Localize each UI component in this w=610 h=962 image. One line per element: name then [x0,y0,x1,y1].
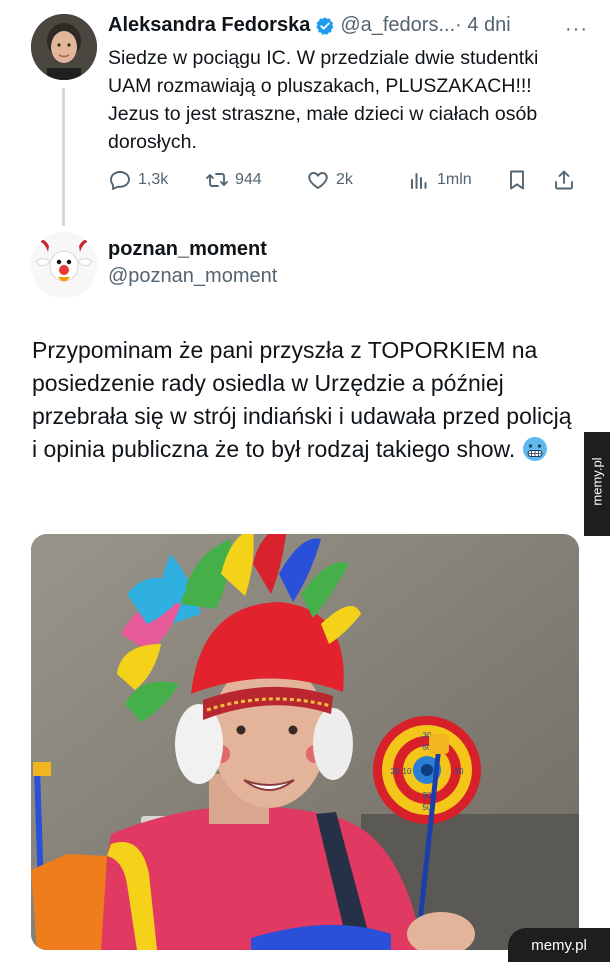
views-button[interactable]: 1mln [407,168,472,192]
tweet1-header: Aleksandra Fedorska @a_fedors...· 4 dni [108,14,511,37]
author-handle-and-time[interactable]: @a_fedors...· 4 dni [340,14,510,37]
target-number: 20 [455,767,464,776]
dart-target-board: 30 50 20 10 20 30 50 [373,716,481,824]
reply-count: 1,3k [138,171,169,188]
side-watermark: memy.pl [584,432,610,536]
bookmark-button[interactable] [505,168,529,192]
side-watermark-text: memy.pl [589,457,605,506]
like-button[interactable]: 2k [306,168,353,192]
author-name[interactable]: Aleksandra Fedorska [108,14,310,37]
tweet1-action-bar: 1,3k 944 2k 1mln [108,168,588,196]
reply-icon [110,171,130,190]
author-avatar[interactable] [31,14,97,80]
tweet2-text: Przypominam że pani przyszła z TOPORKIEM… [32,334,572,466]
views-chart-icon [411,173,427,189]
repost-icon [206,173,228,187]
share-icon [555,170,573,190]
cold-face-emoji-icon [522,437,547,461]
goat-mascot-avatar-image [31,232,97,298]
corner-watermark: memy.pl [508,928,610,962]
heart-icon [308,172,328,189]
bookmark-icon [510,170,524,190]
poznan-moment-handle[interactable]: @poznan_moment [108,265,277,288]
views-count: 1mln [437,171,472,188]
tweet-photo[interactable]: 30 50 20 10 20 30 50 [31,534,579,950]
target-number: 10 [403,767,412,776]
repost-count: 944 [235,171,262,188]
share-button[interactable] [552,168,576,192]
reply-button[interactable]: 1,3k [108,168,168,192]
tweet1-text: Siedze w pociągu IC. W przedziale dwie s… [108,47,539,153]
thread-connector-line [62,88,65,226]
poznan-moment-name[interactable]: poznan_moment [108,238,267,261]
like-count: 2k [336,171,353,188]
avatar-portrait-image [31,14,97,80]
target-number: 30 [423,791,432,800]
more-options-icon[interactable]: ··· [565,18,588,41]
woman-in-feather-headdress-photo: 30 50 20 10 20 30 50 [31,534,579,950]
repost-button[interactable]: 944 [205,168,262,192]
verified-badge-icon[interactable] [315,16,335,36]
poznan-moment-avatar[interactable] [31,232,97,298]
tweet2-text-body: Przypominam że pani przyszła z TOPORKIEM… [32,337,572,462]
target-number: 20 [391,767,400,776]
